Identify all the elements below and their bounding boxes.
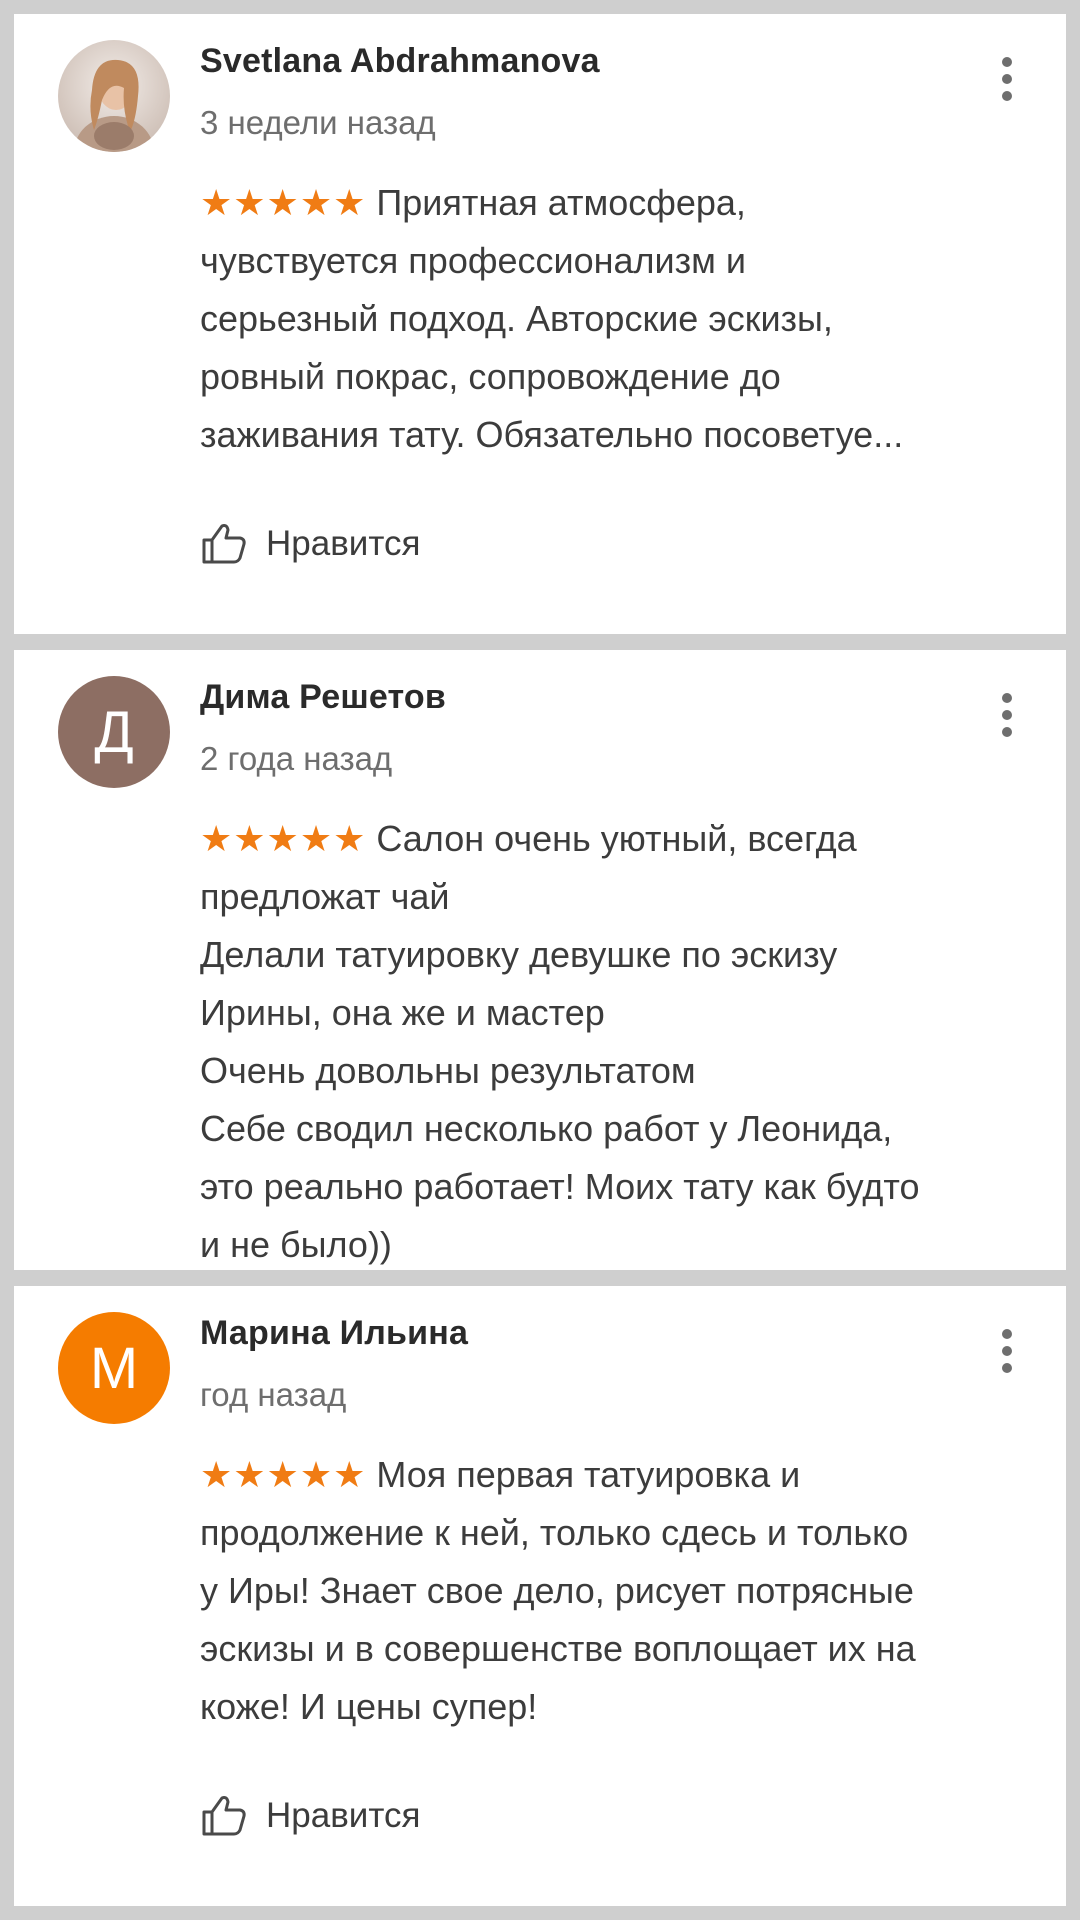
review-line: ★★★★★ Моя первая татуировка и <box>200 1454 801 1495</box>
author-name[interactable]: Марина Ильина <box>200 1314 468 1353</box>
review-line: у Иры! Знает свое дело, рисует потрясные <box>200 1570 914 1611</box>
more-vertical-icon[interactable] <box>994 690 1020 740</box>
thumbs-up-icon <box>202 524 246 564</box>
review-line: чувствуется профессионализм и <box>200 240 746 281</box>
more-vertical-icon[interactable] <box>994 54 1020 104</box>
review-line: Ирины, она же и мастер <box>200 992 605 1033</box>
review-card: Svetlana Abdrahmanova 3 недели назад ★★★… <box>14 14 1066 634</box>
review-line: и не было)) <box>200 1224 392 1265</box>
review-date: 3 недели назад <box>200 104 436 141</box>
avatar-letter: Д <box>94 699 134 765</box>
review-card: М Марина Ильина год назад ★★★★★ Моя перва… <box>14 1286 1066 1906</box>
star-rating: ★★★★★ <box>200 182 367 223</box>
author-name[interactable]: Дима Решетов <box>200 678 446 717</box>
like-button[interactable]: Нравится <box>200 1794 420 1838</box>
review-text[interactable]: ★★★★★ Приятная атмосфера, чувствуется про… <box>200 174 1020 464</box>
thumbs-up-icon <box>202 1796 246 1836</box>
review-text[interactable]: ★★★★★ Салон очень уютный, всегда предложа… <box>200 810 1020 1270</box>
like-button[interactable]: Нравится <box>200 522 420 566</box>
review-text[interactable]: ★★★★★ Моя первая татуировка и продолжение… <box>200 1446 1020 1736</box>
star-rating: ★★★★★ <box>200 818 367 859</box>
review-date: 2 года назад <box>200 740 393 777</box>
like-label: Нравится <box>266 524 421 563</box>
review-line: ★★★★★ Салон очень уютный, всегда <box>200 818 857 859</box>
review-line: эскизы и в совершенстве воплощает их на <box>200 1628 916 1669</box>
star-rating: ★★★★★ <box>200 1454 367 1495</box>
review-line: предложат чай <box>200 876 450 917</box>
review-line: Себе сводил несколько работ у Леонида, <box>200 1108 893 1149</box>
review-line: заживания тату. Обязательно посоветуе... <box>200 414 904 455</box>
review-line: ровный покрас, сопровождение до <box>200 356 781 397</box>
like-label: Нравится <box>266 1796 421 1835</box>
avatar[interactable] <box>58 40 170 152</box>
avatar-letter: М <box>89 1335 139 1401</box>
review-card: Д Дима Решетов 2 года назад ★★★★★ Салон о… <box>14 650 1066 1270</box>
review-line: ★★★★★ Приятная атмосфера, <box>200 182 746 223</box>
review-line: коже! И цены супер! <box>200 1686 538 1727</box>
review-line: Очень довольны результатом <box>200 1050 696 1091</box>
review-line: серьезный подход. Авторские эскизы, <box>200 298 833 339</box>
review-line: Делали татуировку девушке по эскизу <box>200 934 838 975</box>
avatar-photo <box>58 40 170 152</box>
avatar[interactable]: Д <box>58 676 170 788</box>
author-name[interactable]: Svetlana Abdrahmanova <box>200 42 600 81</box>
review-line: продолжение к ней, только сдесь и только <box>200 1512 909 1553</box>
review-line: это реально работает! Моих тату как будт… <box>200 1166 920 1207</box>
more-vertical-icon[interactable] <box>994 1326 1020 1376</box>
avatar[interactable]: М <box>58 1312 170 1424</box>
review-date: год назад <box>200 1376 347 1413</box>
